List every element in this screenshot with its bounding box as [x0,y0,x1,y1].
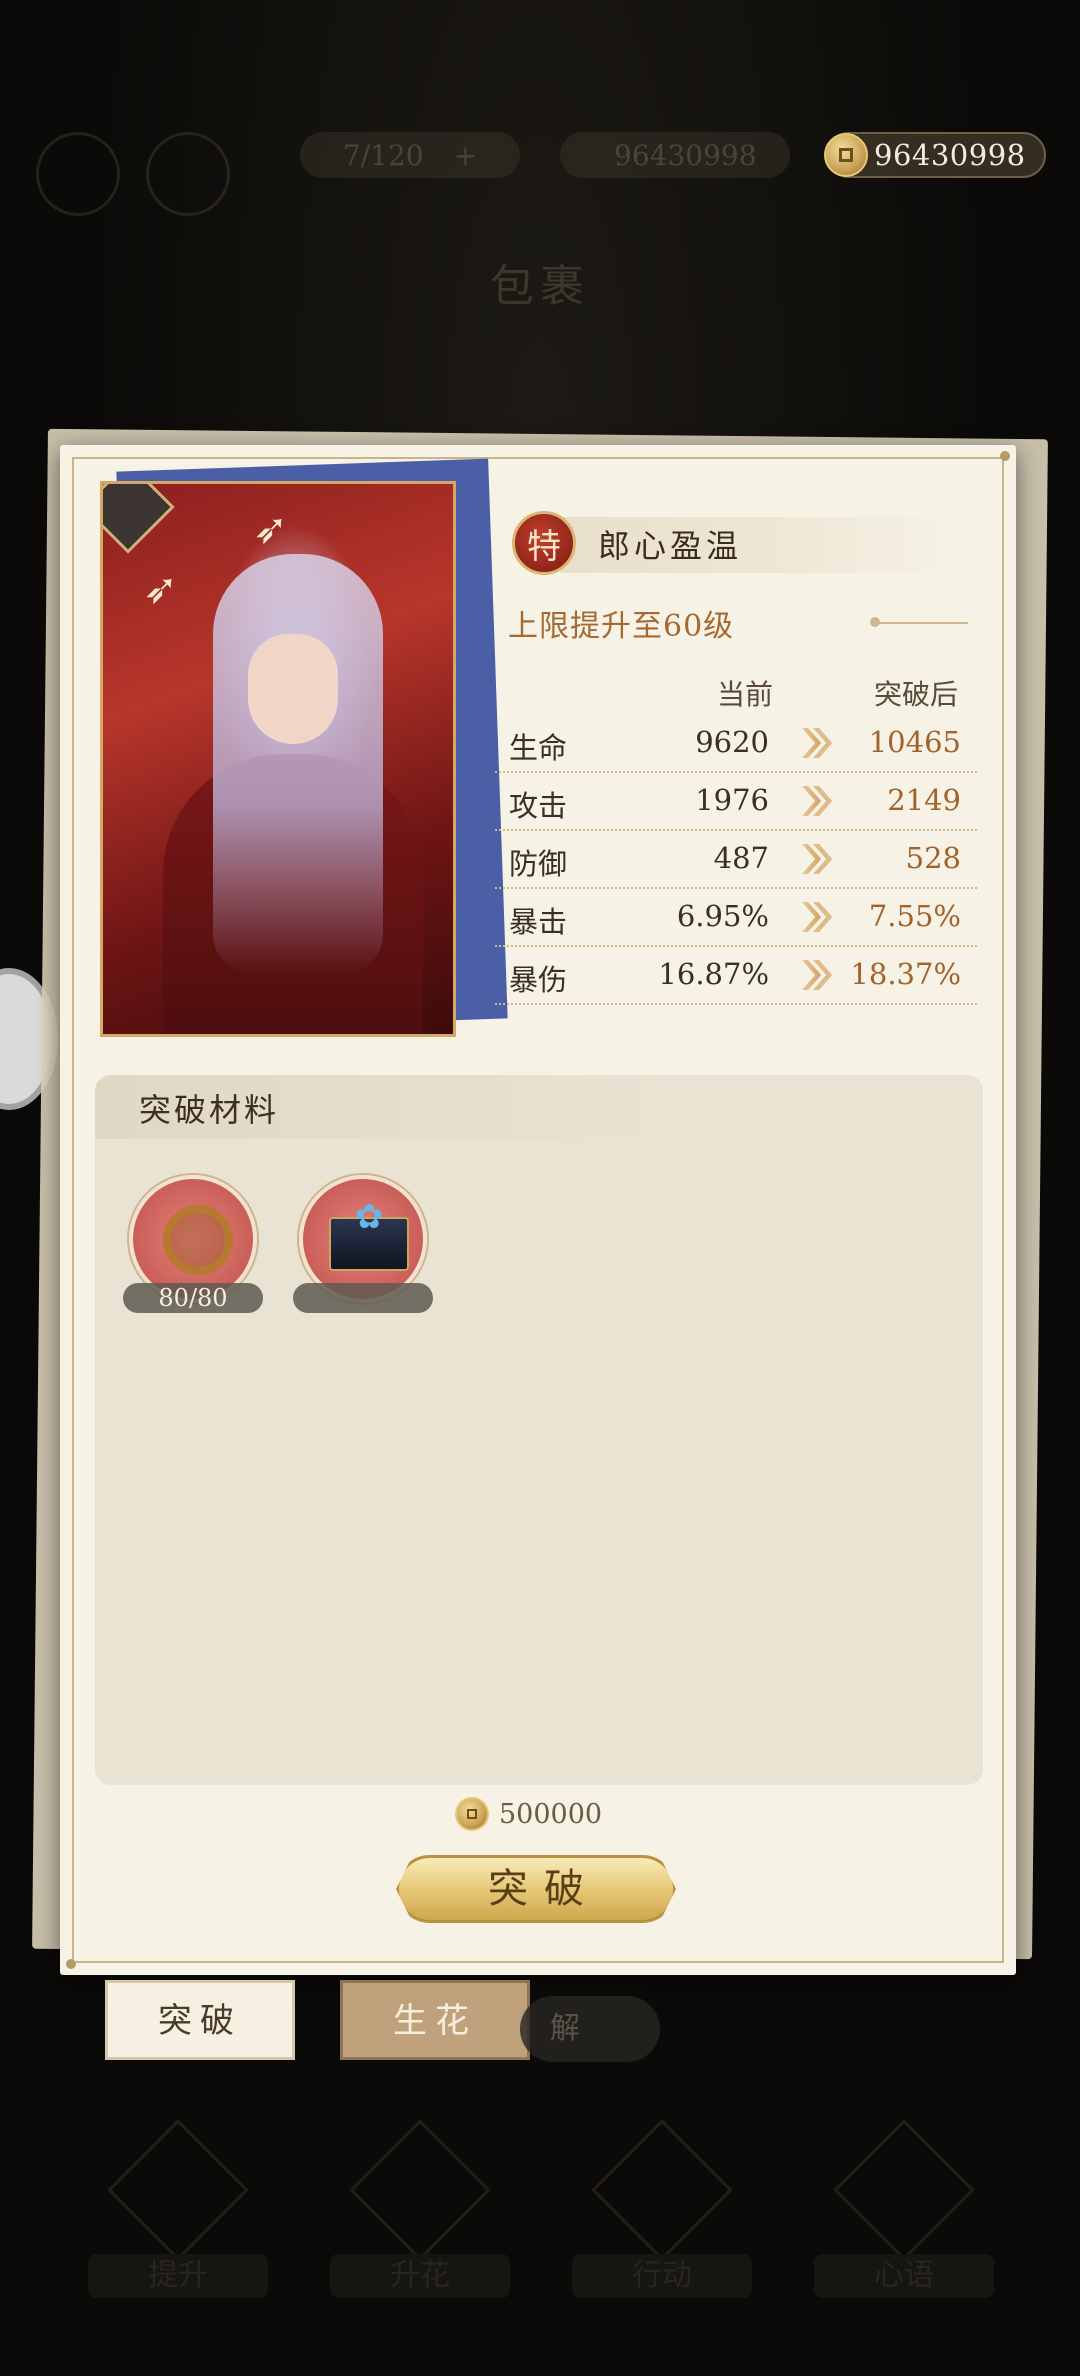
stat-label: 攻击 [509,789,568,823]
dim-plus-icon: + [453,138,478,172]
coin-icon [455,1797,489,1831]
stat-label: 生命 [509,731,568,765]
bird-icon: ➶ [253,504,289,553]
nav-label: 升花 [330,2254,510,2298]
nav-emblem-icon [591,2119,733,2261]
material-count [293,1283,433,1313]
stat-label: 防御 [509,847,568,881]
materials-box: 突破材料 80/80 ✿ [95,1075,983,1785]
stat-current: 6.95% [676,899,769,933]
nav-emblem-icon [107,2119,249,2261]
stat-row-hp: 生命 9620 10465 [495,715,977,773]
breakthrough-panel: ➶ ➶ 特 郎心盈温 上限提升至60级 当前 突破后 生命 9620 10465… [60,445,1016,1975]
stat-row-crit: 暴击 6.95% 7.55% [495,889,977,947]
dim-pill: 解 [520,1996,660,2062]
bird-icon: ➶ [143,564,179,613]
material-item[interactable]: 80/80 [123,1175,263,1325]
tab-breakthrough[interactable]: 突破 [105,1980,295,2060]
frame-ornament [1000,451,1010,461]
stat-after: 10465 [868,725,961,759]
dim-nav-item: 提升 [88,2119,268,2320]
card-rarity-icon [103,484,175,554]
nav-emblem-icon [349,2119,491,2261]
materials-title: 突破材料 [139,1091,280,1129]
nav-label: 提升 [88,2254,268,2298]
stats-header-current: 当前 [717,678,774,711]
stat-after: 18.37% [850,957,961,991]
dim-currency-text: 96430998 [614,138,757,172]
stats-header-after: 突破后 [874,678,959,711]
frame-ornament [66,1959,76,1969]
divider-line [878,622,968,624]
stat-current: 487 [713,841,769,875]
coin-icon [824,133,868,177]
tab-bloom[interactable]: 生花 [340,1980,530,2060]
material-item[interactable]: ✿ [293,1175,433,1325]
flower-icon: ✿ [355,1197,384,1237]
nav-label: 行动 [572,2254,752,2298]
breakthrough-button[interactable]: 突破 [396,1855,676,1923]
dim-currency-pill: 96430998 [560,132,790,178]
dim-slots-text: 7/120 [342,138,424,172]
cost-value: 500000 [499,1798,603,1830]
stat-current: 1976 [695,783,769,817]
stat-label: 暴伤 [509,963,568,997]
stat-current: 16.87% [658,957,769,991]
level-limit-text: 上限提升至60级 [508,609,735,644]
stat-row-defense: 防御 487 528 [495,831,977,889]
stat-after: 528 [905,841,961,875]
currency-display[interactable]: 96430998 [824,132,1046,178]
dim-home-icon [146,132,230,216]
stat-row-attack: 攻击 1976 2149 [495,773,977,831]
cost-display: 500000 [455,1797,602,1831]
stat-current: 9620 [695,725,769,759]
nav-label: 心语 [814,2254,994,2298]
stat-after: 7.55% [868,899,961,933]
card-art-face [248,634,338,744]
character-card-art[interactable]: ➶ ➶ [100,481,456,1037]
card-art-hair [213,554,383,974]
currency-value: 96430998 [874,138,1026,172]
stat-row-crit-damage: 暴伤 16.87% 18.37% [495,947,977,1005]
card-name: 郎心盈温 [598,527,743,565]
material-count: 80/80 [123,1283,263,1313]
nav-emblem-icon [833,2119,975,2261]
dim-slots-pill: 7/120 + [300,132,520,178]
dim-nav-item: 行动 [572,2119,752,2320]
stat-after: 2149 [887,783,961,817]
ring-material-icon [163,1205,233,1275]
special-badge-icon: 特 [512,511,576,575]
dim-nav-item: 心语 [814,2119,994,2320]
stat-label: 暴击 [509,905,568,939]
dim-nav-item: 升花 [330,2119,510,2320]
dim-menu-icon [36,132,120,216]
dim-background-title: 包裹 [490,261,590,312]
